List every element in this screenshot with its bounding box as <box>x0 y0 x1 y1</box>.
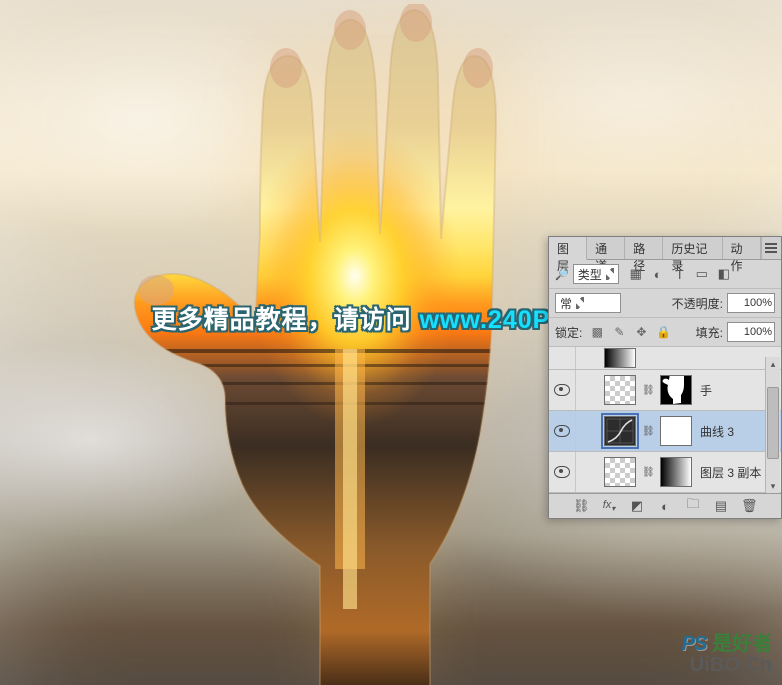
eye-icon <box>554 466 570 478</box>
site-watermark: PS 是好者 UiBO.Cn <box>682 627 772 677</box>
new-layer-button[interactable]: ▤ <box>713 498 729 514</box>
lock-row: 锁定: ▩ ✎ ✥ 🔒 填充: 100% <box>549 318 781 347</box>
blend-row: 常 不透明度: 100% <box>549 289 781 318</box>
layer-name-label: 曲线 3 <box>698 423 775 440</box>
layer-row[interactable] <box>549 347 781 370</box>
mask-link-icon[interactable]: ⛓ <box>642 385 654 396</box>
cn-text: 是好者 <box>712 633 772 655</box>
filter-smart-icon[interactable]: ◧ <box>717 266 731 282</box>
layers-scrollbar[interactable]: ▴ ▾ <box>765 357 780 493</box>
lock-position-icon[interactable]: ✥ <box>634 325 648 339</box>
ps-logo-text: PS <box>682 633 707 655</box>
layer-mask-thumbnail <box>660 416 692 446</box>
filter-adjust-icon[interactable]: ◐ <box>651 267 665 282</box>
new-group-button[interactable]: 🗀 <box>685 495 701 517</box>
scroll-down-arrow[interactable]: ▾ <box>766 479 780 493</box>
tab-actions[interactable]: 动作 <box>723 237 761 259</box>
layer-list: ⛓ 手 ⛓ <box>549 347 781 493</box>
visibility-toggle[interactable] <box>549 452 576 492</box>
hamburger-icon <box>765 243 777 253</box>
adjustment-thumbnail <box>604 416 636 446</box>
opacity-label: 不透明度: <box>672 295 723 312</box>
blend-mode-dropdown[interactable]: 常 <box>555 293 621 313</box>
lock-label: 锁定: <box>555 324 582 341</box>
layer-row[interactable]: ⛓ 手 <box>549 370 781 411</box>
visibility-toggle[interactable] <box>549 370 576 410</box>
panel-bottom-toolbar: ⛓ fx▾ ◩ ◐ 🗀 ▤ 🗑 <box>549 493 781 518</box>
layer-thumbnail <box>604 457 636 487</box>
eye-icon <box>554 384 570 396</box>
link-layers-button[interactable]: ⛓ <box>573 498 589 514</box>
visibility-toggle[interactable] <box>549 411 576 451</box>
add-mask-button[interactable]: ◩ <box>629 498 645 514</box>
chevron-updown-icon <box>576 297 584 309</box>
tab-channels[interactable]: 通道 <box>587 237 625 259</box>
delete-layer-button[interactable]: 🗑 <box>741 498 757 514</box>
scroll-up-arrow[interactable]: ▴ <box>766 357 780 371</box>
document-canvas: 更多精品教程，请访问 www.240PS.com PS 是好者 UiBO.Cn … <box>0 0 782 685</box>
layers-panel: 图层 通道 路径 历史记录 动作 🔎 类型 ▦ ◐ T ▭ ◧ 常 <box>548 236 782 519</box>
kind-label: 类型 <box>578 266 602 283</box>
layer-kind-dropdown[interactable]: 类型 <box>573 264 619 284</box>
lock-all-icon[interactable]: 🔒 <box>656 325 670 339</box>
scrollbar-thumb[interactable] <box>767 387 779 459</box>
lock-paint-icon[interactable]: ✎ <box>612 325 626 339</box>
hand-composite-image <box>130 4 560 685</box>
tab-layers[interactable]: 图层 <box>549 237 587 260</box>
filter-icons: ▦ ◐ T ▭ ◧ <box>629 266 731 282</box>
layer-mask-thumbnail <box>660 375 692 405</box>
search-icon: 🔎 <box>555 268 569 281</box>
layer-thumbnail <box>604 348 636 368</box>
filter-type-icon[interactable]: T <box>673 267 687 282</box>
layer-row[interactable]: ⛓ 图层 3 副本 <box>549 452 781 493</box>
layer-name-label: 图层 3 副本 <box>698 464 775 481</box>
blend-mode-value: 常 <box>560 295 572 312</box>
layer-mask-thumbnail <box>660 457 692 487</box>
lock-transparent-icon[interactable]: ▩ <box>590 325 604 339</box>
layer-name-label: 手 <box>698 382 775 399</box>
tab-history[interactable]: 历史记录 <box>663 237 722 259</box>
fx-button[interactable]: fx▾ <box>601 499 617 513</box>
opacity-value: 100% <box>744 297 772 309</box>
panel-menu-button[interactable] <box>761 237 781 259</box>
visibility-toggle[interactable] <box>549 347 576 369</box>
eye-icon <box>554 425 570 437</box>
layer-row[interactable]: ⛓ 曲线 3 <box>549 411 781 452</box>
panel-tab-strip: 图层 通道 路径 历史记录 动作 <box>549 237 781 260</box>
opacity-input[interactable]: 100% <box>727 293 775 313</box>
filter-shape-icon[interactable]: ▭ <box>695 266 709 282</box>
filter-pixel-icon[interactable]: ▦ <box>629 266 643 282</box>
fill-label: 填充: <box>696 324 723 341</box>
mask-link-icon[interactable]: ⛓ <box>642 467 654 478</box>
filter-row: 🔎 类型 ▦ ◐ T ▭ ◧ <box>549 260 781 289</box>
tab-paths[interactable]: 路径 <box>625 237 663 259</box>
fill-value: 100% <box>744 326 772 338</box>
fill-input[interactable]: 100% <box>727 322 775 342</box>
mask-link-icon[interactable]: ⛓ <box>642 426 654 437</box>
chevron-updown-icon <box>606 268 614 280</box>
new-adjustment-button[interactable]: ◐ <box>657 499 673 514</box>
layer-thumbnail <box>604 375 636 405</box>
uibo-text: UiBO.Cn <box>682 654 772 677</box>
